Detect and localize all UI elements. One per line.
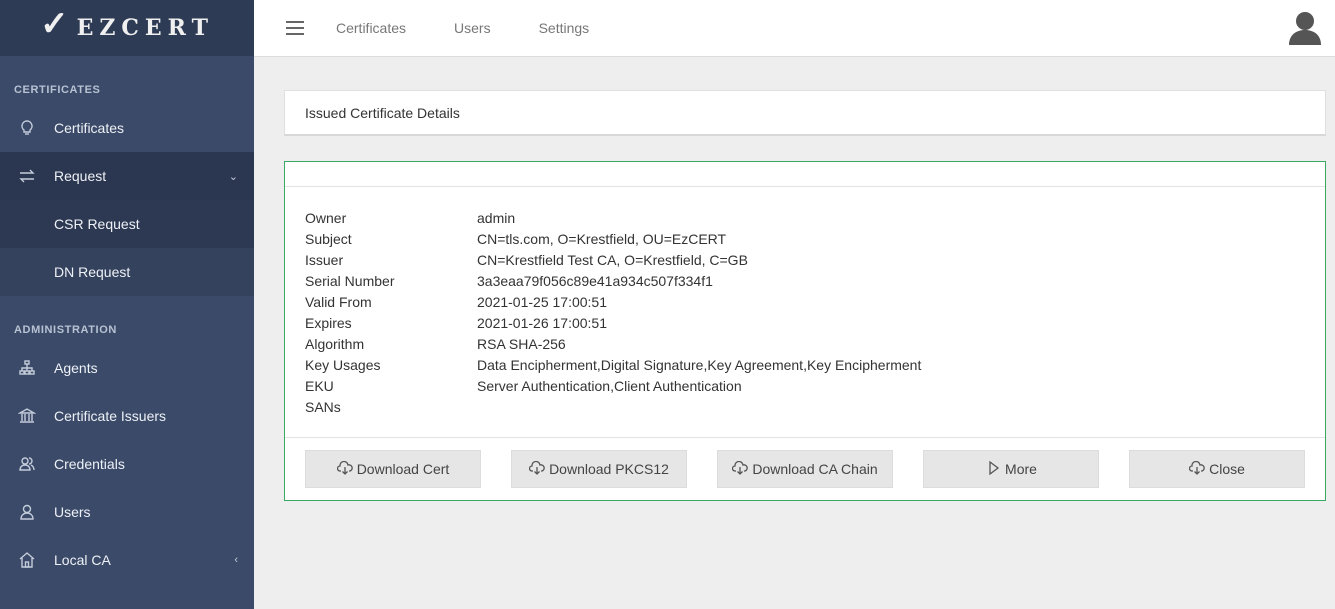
detail-key: EKU xyxy=(305,378,334,394)
certificate-details-card: Owner admin Subject CN=tls.com, O=Krestfie… xyxy=(284,161,1326,501)
detail-row: Expires 2021-01-26 17:00:51 xyxy=(305,313,1325,334)
sidebar-item-request[interactable]: Request ⌄ xyxy=(0,152,254,200)
section-label-certificates: CERTIFICATES xyxy=(14,84,101,96)
sidebar-item-label: Users xyxy=(54,504,91,520)
detail-row: Valid From 2021-01-25 17:00:51 xyxy=(305,292,1325,313)
detail-key: Key Usages xyxy=(305,357,381,373)
button-label: More xyxy=(1005,461,1037,477)
detail-row: Key Usages Data Encipherment,Digital Sign… xyxy=(305,355,1325,376)
arrows-swap-icon xyxy=(18,167,36,185)
chevron-down-icon: ⌄ xyxy=(228,170,238,183)
button-label: Close xyxy=(1209,461,1245,477)
button-label: Download PKCS12 xyxy=(549,461,669,477)
sidebar-item-label: Credentials xyxy=(54,456,125,472)
detail-key: Algorithm xyxy=(305,336,365,352)
logo-text: EZCERT xyxy=(76,15,214,41)
users-icon xyxy=(18,455,36,473)
sidebar-item-label: CSR Request xyxy=(54,216,140,232)
sidebar-item-agents[interactable]: Agents xyxy=(0,344,254,392)
top-link-settings[interactable]: Settings xyxy=(539,20,590,36)
sidebar-item-certificate-issuers[interactable]: Certificate Issuers xyxy=(0,392,254,440)
card-divider xyxy=(285,437,1325,438)
sidebar-item-label: Request xyxy=(54,168,107,184)
brand-logo[interactable]: ✓ EZCERT xyxy=(0,0,254,56)
sidebar: ✓ EZCERT CERTIFICATES Certificates Reque… xyxy=(0,0,254,609)
hierarchy-icon xyxy=(18,359,36,377)
detail-key: Serial Number xyxy=(305,273,395,289)
play-icon xyxy=(985,460,1001,478)
hamburger-menu-icon[interactable] xyxy=(286,21,304,35)
sidebar-item-local-ca[interactable]: Local CA ‹ xyxy=(0,536,254,584)
cloud-download-icon xyxy=(528,460,545,478)
action-buttons: Download Cert Download PKCS12 Download C… xyxy=(305,450,1305,488)
detail-value: 2021-01-26 17:00:51 xyxy=(477,315,607,331)
top-navbar: Certificates Users Settings xyxy=(254,0,1335,57)
detail-value: Server Authentication,Client Authenticat… xyxy=(477,378,742,394)
button-label: Download Cert xyxy=(356,461,450,477)
detail-key: Expires xyxy=(305,315,352,331)
detail-value: CN=tls.com, O=Krestfield, OU=EzCERT xyxy=(477,231,727,247)
sidebar-item-label: Certificates xyxy=(54,120,125,136)
top-link-certificates[interactable]: Certificates xyxy=(336,20,406,36)
detail-row: Serial Number 3a3eaa79f056c89e41a934c507f… xyxy=(305,271,1325,292)
detail-key: SANs xyxy=(305,399,341,415)
detail-value: CN=Krestfield Test CA, O=Krestfield, C=G… xyxy=(477,252,748,268)
user-avatar-icon[interactable] xyxy=(1287,9,1323,45)
sidebar-item-label: Local CA xyxy=(54,552,111,568)
user-icon xyxy=(18,503,36,521)
sidebar-item-csr-request[interactable]: CSR Request xyxy=(0,200,254,248)
detail-row: Issuer CN=Krestfield Test CA, O=Krestfiel… xyxy=(305,250,1325,271)
sidebar-item-label: Certificate Issuers xyxy=(54,408,167,424)
detail-row: Subject CN=tls.com, O=Krestfield, OU=EzCE… xyxy=(305,229,1325,250)
detail-row: Owner admin xyxy=(305,208,1325,229)
sidebar-item-users[interactable]: Users xyxy=(0,488,254,536)
cloud-download-icon xyxy=(732,460,749,478)
sidebar-item-label: DN Request xyxy=(54,264,131,280)
bank-icon xyxy=(18,407,36,425)
detail-key: Subject xyxy=(305,231,352,247)
chevron-left-icon: ‹ xyxy=(234,554,238,566)
cloud-download-icon xyxy=(1188,460,1205,478)
home-icon xyxy=(18,551,36,569)
detail-value: admin xyxy=(477,210,516,226)
sidebar-item-credentials[interactable]: Credentials xyxy=(0,440,254,488)
sidebar-item-certificates[interactable]: Certificates xyxy=(0,104,254,152)
top-link-users[interactable]: Users xyxy=(454,20,491,36)
detail-value: 3a3eaa79f056c89e41a934c507f334f1 xyxy=(477,273,713,289)
detail-value: RSA SHA-256 xyxy=(477,336,566,352)
cloud-download-icon xyxy=(336,460,353,478)
detail-row: SANs xyxy=(305,397,1325,418)
download-pkcs12-button[interactable]: Download PKCS12 xyxy=(511,450,687,488)
sidebar-item-dn-request[interactable]: DN Request xyxy=(0,248,254,296)
card-header xyxy=(285,162,1325,187)
download-cert-button[interactable]: Download Cert xyxy=(305,450,481,488)
detail-key: Owner xyxy=(305,210,347,226)
detail-key: Valid From xyxy=(305,294,372,310)
checkmark-logo-icon: ✓ xyxy=(40,4,75,44)
sidebar-item-label: Agents xyxy=(54,360,98,376)
detail-value: Data Encipherment,Digital Signature,Key … xyxy=(477,357,922,373)
detail-row: Algorithm RSA SHA-256 xyxy=(305,334,1325,355)
details-list: Owner admin Subject CN=tls.com, O=Krestfie… xyxy=(285,187,1325,418)
close-button[interactable]: Close xyxy=(1129,450,1305,488)
download-ca-chain-button[interactable]: Download CA Chain xyxy=(717,450,893,488)
detail-key: Issuer xyxy=(305,252,344,268)
lightbulb-icon xyxy=(18,119,36,137)
more-button[interactable]: More xyxy=(923,450,1099,488)
button-label: Download CA Chain xyxy=(752,461,878,477)
page-title: Issued Certificate Details xyxy=(284,90,1326,136)
detail-value: 2021-01-25 17:00:51 xyxy=(477,294,607,310)
detail-row: EKU Server Authentication,Client Authenti… xyxy=(305,376,1325,397)
section-label-administration: ADMINISTRATION xyxy=(14,324,117,336)
